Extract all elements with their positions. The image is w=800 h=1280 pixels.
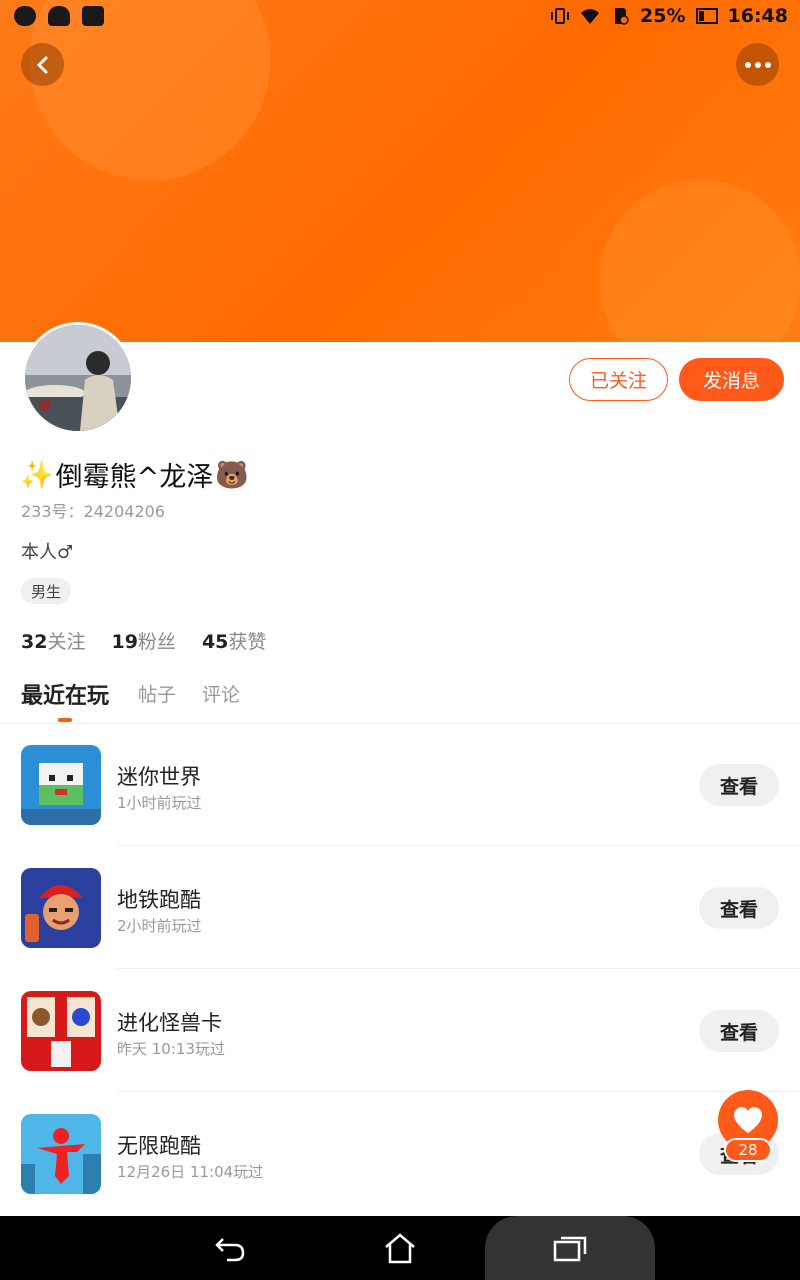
system-recents-button[interactable] [552,1230,588,1266]
more-dots-icon [744,61,771,68]
game-name: 进化怪兽卡 [117,1011,222,1035]
bio: 本人♂ [21,542,74,563]
app-notification-icon [14,6,36,26]
game-name: 迷你世界 [117,765,201,789]
tab-comments[interactable]: 评论 [202,680,240,707]
user-id: 233号：24204206 [21,502,165,521]
game-last-played: 1小时前玩过 [117,794,202,812]
game-name: 地铁跑酷 [117,888,201,912]
following-button[interactable]: 已关注 [569,358,668,401]
game-last-played: 2小时前玩过 [117,917,202,935]
battery-icon [695,8,718,24]
more-button[interactable] [736,43,779,86]
stat-following[interactable]: 32关注 [21,627,85,654]
gender-tag: 男生 [21,578,72,604]
stat-likes[interactable]: 45获赞 [202,627,266,654]
active-tab-indicator [58,718,72,722]
game-icon-endless-run [21,1114,101,1194]
game-last-played: 昨天 10:13玩过 [117,1040,225,1058]
divider [117,1091,800,1092]
username: ✨ 倒霉熊^龙泽 🐻 [20,455,249,494]
avatar[interactable] [22,322,134,434]
battery-percent: 25% [640,5,686,27]
back-button[interactable] [21,43,64,86]
username-text: 倒霉熊^龙泽 [55,462,214,493]
view-game-button[interactable]: 查看 [699,887,779,929]
heart-icon [734,1107,762,1133]
sd-card-icon [615,8,629,25]
wifi-icon [581,9,600,24]
stat-fans[interactable]: 19粉丝 [111,627,175,654]
system-back-button[interactable] [212,1230,248,1266]
favorite-count-badge: 28 [724,1138,772,1162]
game-row[interactable]: 无限跑酷 12月26日 11:04玩过 查看 [0,1093,800,1215]
chevron-left-icon [37,56,47,73]
game-last-played: 12月26日 11:04玩过 [117,1163,264,1181]
profile-banner [0,0,800,342]
game-row[interactable]: 地铁跑酷 2小时前玩过 查看 [0,847,800,969]
profile-stats: 32关注 19粉丝 45获赞 [21,627,266,654]
send-message-button[interactable]: 发消息 [679,358,784,401]
view-game-button[interactable]: 查看 [699,764,779,806]
game-icon-monster-cards [21,991,101,1071]
bear-icon: 🐻 [215,459,249,491]
tab-recently-played[interactable]: 最近在玩 [21,678,109,710]
avatar-image [25,325,131,431]
vibrate-icon [551,8,570,24]
divider [117,845,800,846]
back-arrow-icon [215,1238,245,1262]
view-game-button[interactable]: 查看 [699,1010,779,1052]
divider [117,968,800,969]
image-icon [82,6,104,26]
cloud-icon [48,6,70,26]
recent-apps-icon [553,1236,587,1262]
game-row[interactable]: 迷你世界 1小时前玩过 查看 [0,724,800,846]
system-navigation-bar [0,1216,800,1280]
clock: 16:48 [727,5,788,27]
game-icon-subway-surfers [21,868,101,948]
home-icon [385,1233,415,1264]
sparkles-icon: ✨ [20,459,54,491]
content-tabs: 最近在玩 帖子 评论 [0,676,800,724]
system-home-button[interactable] [382,1230,418,1266]
status-bar: 25% 16:48 [0,0,800,34]
game-name: 无限跑酷 [117,1134,201,1158]
game-icon-mini-world [21,745,101,825]
game-row[interactable]: 进化怪兽卡 昨天 10:13玩过 查看 [0,970,800,1092]
tab-posts[interactable]: 帖子 [138,680,176,707]
